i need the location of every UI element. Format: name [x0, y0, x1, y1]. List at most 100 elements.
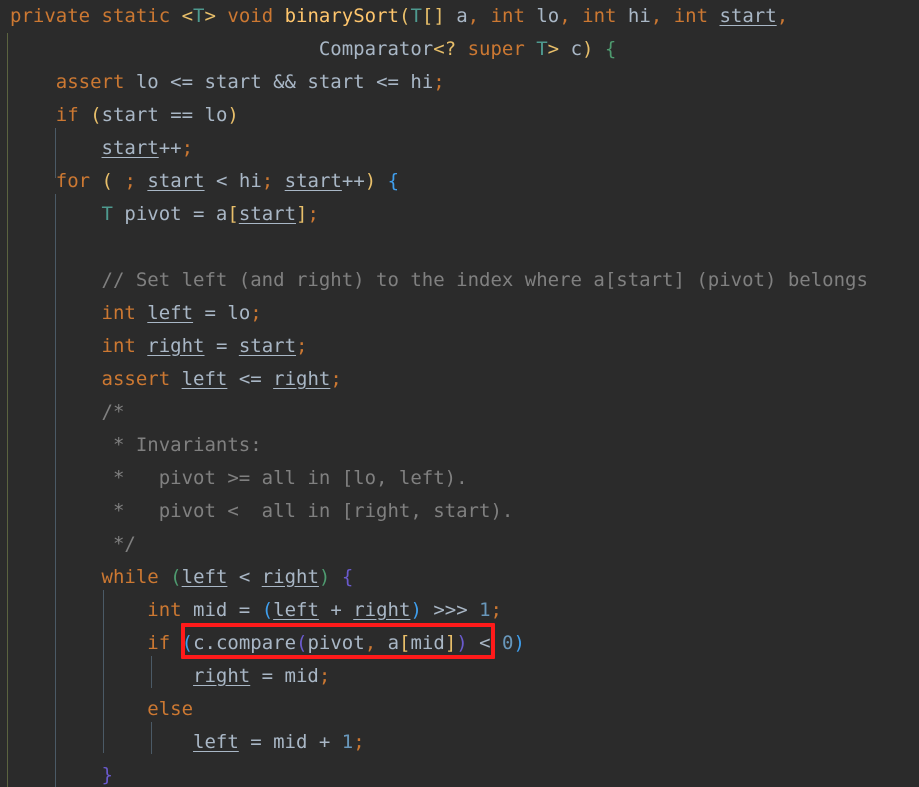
- code-token: right: [261, 566, 319, 588]
- code-token: []: [421, 5, 445, 27]
- code-token: ;: [330, 368, 342, 390]
- code-line[interactable]: }: [10, 759, 113, 787]
- code-token: c: [559, 38, 583, 60]
- code-token: ,: [650, 5, 663, 27]
- code-token: ++: [158, 137, 182, 159]
- code-line[interactable]: left = mid + 1;: [10, 726, 365, 759]
- code-token: for: [55, 170, 91, 192]
- code-line[interactable]: else: [10, 693, 193, 726]
- code-line[interactable]: if (start == lo): [10, 99, 239, 132]
- code-token: ): [410, 599, 422, 621]
- code-token: ;: [353, 731, 365, 753]
- code-line[interactable]: int left = lo;: [10, 297, 262, 330]
- code-token: start: [719, 5, 777, 27]
- code-token: ;: [250, 302, 262, 324]
- code-token: ): [227, 104, 239, 126]
- code-token: (: [170, 566, 182, 588]
- code-token: right: [147, 335, 205, 357]
- code-token: if: [147, 632, 171, 654]
- code-token: ): [582, 38, 594, 60]
- code-token: int: [147, 599, 182, 621]
- code-line[interactable]: private static <T> void binarySort(T[] a…: [10, 0, 788, 33]
- code-line[interactable]: int right = start;: [10, 330, 308, 363]
- code-token: binarySort: [284, 5, 399, 27]
- code-token: <: [181, 5, 194, 27]
- code-token: int: [582, 5, 617, 27]
- code-token: <: [227, 566, 262, 588]
- code-line[interactable]: for ( ; start < hi; start++) {: [10, 165, 399, 198]
- code-token: assert: [55, 71, 125, 93]
- code-token: right: [193, 665, 251, 687]
- code-line[interactable]: int mid = (left + right) >>> 1;: [10, 594, 502, 627]
- code-token: = mid: [250, 665, 319, 687]
- code-token: ,: [467, 5, 480, 27]
- code-token: void: [227, 5, 285, 27]
- code-line[interactable]: assert lo <= start && start <= hi;: [10, 66, 445, 99]
- code-line[interactable]: if (c.compare(pivot, a[mid]) < 0): [10, 627, 525, 660]
- code-token: <=: [227, 368, 274, 390]
- code-line[interactable]: * pivot < all in [right, start).: [10, 495, 513, 528]
- code-line[interactable]: Comparator<? super T> c) {: [10, 33, 617, 66]
- code-line[interactable]: assert left <= right;: [10, 363, 342, 396]
- code-token: ;: [490, 599, 502, 621]
- code-line[interactable]: /*: [10, 396, 125, 429]
- code-token: start: [238, 203, 297, 225]
- code-token: T: [101, 203, 113, 225]
- code-token: int: [490, 5, 525, 27]
- code-editor[interactable]: private static <T> void binarySort(T[] a…: [0, 0, 919, 787]
- code-token: == lo: [158, 104, 228, 126]
- code-line[interactable]: * pivot >= all in [lo, left).: [10, 462, 468, 495]
- code-token: 1: [479, 599, 491, 621]
- code-token: ++: [341, 170, 365, 192]
- code-token: {: [604, 38, 617, 60]
- code-token: ]: [296, 203, 308, 225]
- code-token: start: [101, 137, 159, 159]
- code-token: while: [101, 566, 159, 588]
- code-token: left: [273, 599, 319, 621]
- code-line[interactable]: while (left < right) {: [10, 561, 354, 594]
- code-token: ]: [444, 632, 457, 654]
- code-line[interactable]: right = mid;: [10, 660, 330, 693]
- code-token: >: [204, 5, 228, 27]
- code-token: Comparator: [318, 38, 434, 60]
- code-token: ,: [364, 632, 377, 654]
- code-token: * pivot >= all in [lo, left).: [112, 467, 468, 489]
- code-line[interactable]: */: [10, 528, 136, 561]
- code-surface[interactable]: private static <T> void binarySort(T[] a…: [0, 0, 919, 787]
- code-token: int: [101, 302, 136, 324]
- code-line[interactable]: // Set left (and right) to the index whe…: [10, 264, 868, 297]
- code-token: = mid +: [238, 731, 342, 753]
- code-line[interactable]: start++;: [10, 132, 194, 165]
- code-token: (: [181, 632, 194, 654]
- code-token: [: [227, 203, 239, 225]
- code-token: left: [181, 566, 228, 588]
- code-token: mid =: [181, 599, 262, 621]
- code-token: start: [238, 335, 297, 357]
- code-line[interactable]: * Invariants:: [10, 429, 262, 462]
- code-token: (: [101, 170, 113, 192]
- code-token: =: [204, 335, 239, 357]
- code-line[interactable]: T pivot = a[start];: [10, 198, 319, 231]
- code-token: * pivot < all in [right, start).: [112, 500, 514, 522]
